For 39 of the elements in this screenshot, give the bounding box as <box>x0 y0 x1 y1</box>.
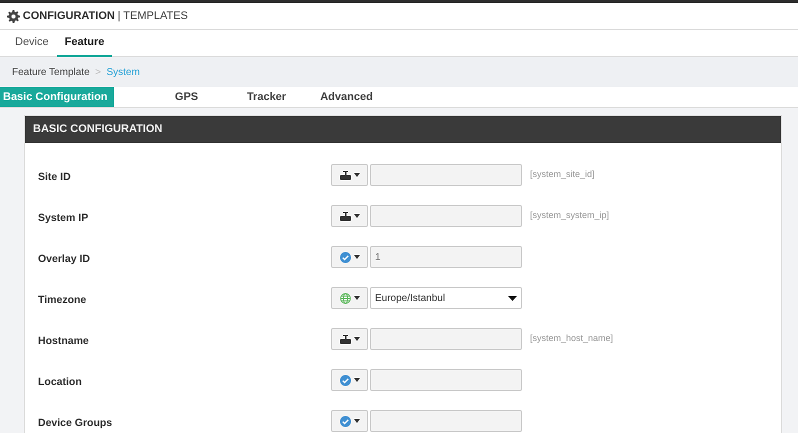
scope-dropdown[interactable] <box>331 164 368 186</box>
caret-icon <box>354 214 360 218</box>
field-label: Location <box>38 375 83 390</box>
field-label: Hostname <box>38 334 90 349</box>
settings-icon <box>7 10 20 22</box>
field-label: Site ID <box>38 170 72 185</box>
check-circle-icon <box>340 416 350 426</box>
timezone-select[interactable]: Europe/Istanbul <box>370 287 522 309</box>
device-icon <box>340 170 350 180</box>
caret-icon <box>354 255 360 259</box>
breadcrumb-separator: > <box>95 66 101 80</box>
variable-hint: [system_site_id] <box>530 168 595 182</box>
field-label: Overlay ID <box>38 252 91 267</box>
variable-hint: [system_system_ip] <box>530 209 610 222</box>
page-title: CONFIGURATION <box>22 8 115 24</box>
caret-icon <box>508 296 517 300</box>
panel-title: BASIC CONFIGURATION <box>25 116 781 143</box>
device-icon <box>340 212 350 220</box>
scope-dropdown[interactable] <box>331 328 368 350</box>
check-circle-icon <box>340 374 350 386</box>
scope-dropdown[interactable] <box>331 205 368 227</box>
tab[interactable]: Tracker <box>226 87 307 107</box>
field-label: System IP <box>38 211 90 226</box>
device-icon <box>340 334 350 344</box>
field-label: Timezone <box>38 293 88 308</box>
caret-icon <box>354 296 360 300</box>
caret-icon <box>354 378 360 382</box>
check-circle-icon <box>340 252 350 262</box>
globe-icon <box>340 292 350 304</box>
variable-hint: [system_host_name] <box>530 332 614 346</box>
tab[interactable]: GPS <box>146 87 227 107</box>
tab[interactable]: Advanced <box>306 87 387 107</box>
caret-icon <box>354 173 360 177</box>
field-label: Device Groups <box>38 416 114 431</box>
caret-icon <box>354 419 360 423</box>
caret-icon <box>354 337 360 341</box>
tab[interactable]: Device <box>7 30 57 57</box>
page-subtitle: | TEMPLATES <box>118 8 188 24</box>
breadcrumb-link[interactable]: Feature Template <box>12 64 90 80</box>
